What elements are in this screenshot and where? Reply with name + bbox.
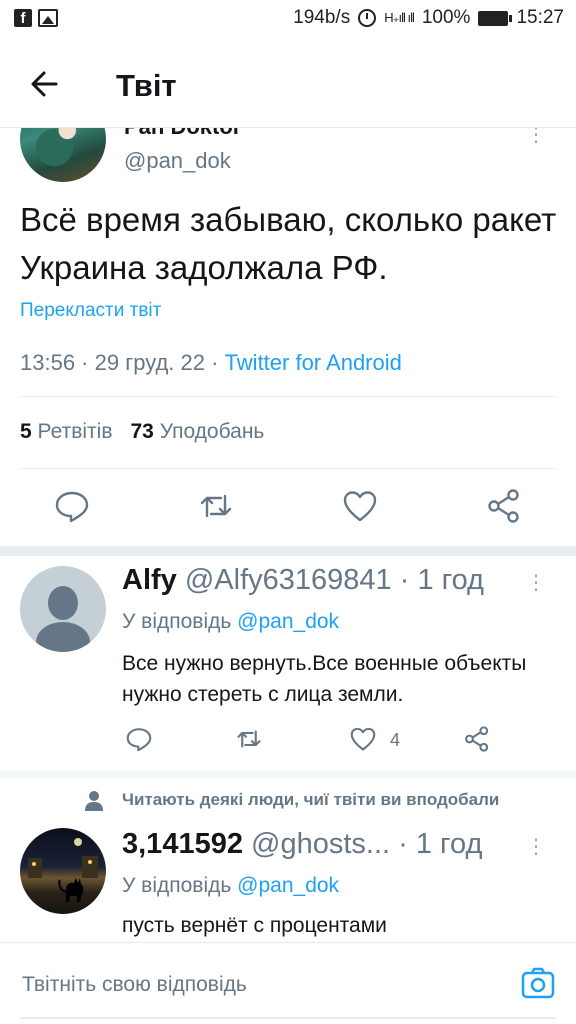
replying-to-prefix: У відповідь (122, 874, 238, 897)
share-button[interactable] (462, 724, 492, 754)
share-icon (465, 726, 489, 752)
image-notification-icon (38, 9, 58, 27)
like-button[interactable] (340, 486, 380, 526)
heart-icon (343, 491, 377, 522)
share-icon (488, 489, 519, 523)
retweets-label: Ретвітів (37, 420, 113, 443)
reply-text: пусть вернёт с процентами (122, 914, 387, 937)
comment-icon (55, 491, 89, 523)
author-handle[interactable]: @pan_dok (124, 148, 231, 174)
tweet-source-link[interactable]: Twitter for Android (225, 350, 402, 375)
like-button[interactable] (348, 724, 378, 754)
reply-header: 3,141592 @ghosts... · 1 год (122, 828, 482, 861)
translate-tweet-link[interactable]: Перекласти твіт (20, 300, 161, 322)
more-options-icon[interactable]: ⋮ (526, 570, 546, 595)
tweet-meta: 13:56 · 29 груд. 22 · Twitter for Androi… (20, 350, 402, 376)
arrow-left-icon (31, 71, 58, 97)
social-context-text: Читають деякі люди, чиї твіти ви вподоба… (122, 790, 500, 809)
default-avatar[interactable] (20, 566, 106, 652)
replying-to: У відповідь @pan_dok (122, 610, 339, 634)
status-bar: f 194b/s H₊ıll ıll 100% 15:27 (0, 0, 576, 38)
notification-icons: f (14, 9, 58, 27)
replying-to: У відповідь @pan_dok (122, 874, 339, 898)
camera-button[interactable] (520, 965, 556, 1001)
replying-to-handle[interactable]: @pan_dok (237, 874, 339, 897)
heart-icon (350, 727, 376, 751)
retweet-icon (237, 730, 261, 748)
retweets-count: 5 (20, 420, 32, 443)
retweet-icon (200, 494, 232, 518)
network-speed: 194b/s (293, 7, 351, 28)
retweet-button[interactable] (234, 724, 264, 754)
reply-author-handle[interactable]: @ghosts... · 1 год (251, 828, 482, 860)
page-title: Твіт (116, 68, 177, 103)
divider (20, 396, 556, 397)
battery-percent: 100% (421, 7, 471, 28)
tweet-timestamp: 13:56 · 29 груд. 22 · (20, 350, 225, 375)
signal-icon: H₊ıll ıll (384, 10, 415, 25)
avatar-head-shape (48, 586, 78, 620)
main-tweet: Pan Doktor ⋮ @pan_dok Всё время забываю,… (0, 128, 576, 546)
share-button[interactable] (484, 486, 524, 526)
reply-tweet[interactable]: 3,141592 @ghosts... · 1 год ⋮ У відповід… (0, 820, 576, 942)
likes-count: 73 (130, 420, 154, 443)
input-underline (20, 1017, 556, 1019)
reply-button[interactable] (124, 724, 154, 754)
facebook-notification-icon: f (14, 9, 32, 27)
cat-silhouette-image (28, 838, 98, 902)
reply-text: Все нужно вернуть.Все военные объекты ну… (122, 652, 527, 706)
tweet-actions (0, 486, 576, 532)
reply-header: Alfy @Alfy63169841 · 1 год (122, 564, 484, 597)
more-options-icon[interactable]: ⋮ (526, 128, 546, 147)
back-button[interactable] (26, 64, 66, 104)
person-icon (84, 790, 104, 812)
section-separator (0, 770, 576, 778)
camera-icon (521, 967, 555, 999)
reply-author-name[interactable]: Alfy (122, 564, 177, 596)
retweets-stat[interactable]: 5 Ретвітів (20, 420, 112, 444)
replying-to-prefix: У відповідь (122, 610, 238, 633)
avatar-body-shape (36, 622, 90, 652)
divider (20, 468, 556, 469)
retweet-button[interactable] (196, 486, 236, 526)
reply-actions: 4 (0, 724, 576, 760)
likes-stat[interactable]: 73 Уподобань (130, 420, 264, 444)
battery-icon (478, 10, 513, 26)
reply-input[interactable]: Твітніть свою відповідь (22, 973, 247, 997)
reply-author-handle[interactable]: @Alfy63169841 · 1 год (185, 564, 484, 596)
more-options-icon[interactable]: ⋮ (526, 834, 546, 859)
author-avatar[interactable] (20, 128, 106, 182)
tweet-stats: 5 Ретвітів 73 Уподобань (20, 420, 264, 444)
reply-like-count: 4 (390, 730, 401, 750)
top-app-bar: Твіт (0, 38, 576, 128)
reply-tweet[interactable]: Alfy @Alfy63169841 · 1 год ⋮ У відповідь… (0, 556, 576, 770)
likes-label: Уподобань (159, 420, 265, 443)
user-avatar[interactable] (20, 828, 106, 914)
social-context: Читають деякі люди, чиї твіти ви вподоба… (0, 790, 576, 814)
alarm-icon (358, 9, 377, 27)
reply-author-name[interactable]: 3,141592 (122, 828, 243, 860)
tweet-text: Всё время забываю, сколько ракет Украина… (20, 201, 557, 286)
compose-reply-bar: Твітніть свою відповідь (0, 942, 576, 1024)
section-separator (0, 546, 576, 556)
author-name[interactable]: Pan Doktor (124, 128, 241, 140)
reply-button[interactable] (52, 486, 92, 526)
status-indicators: 194b/s H₊ıll ıll 100% 15:27 (293, 7, 564, 29)
clock-time: 15:27 (516, 7, 564, 28)
replying-to-handle[interactable]: @pan_dok (237, 610, 339, 633)
comment-icon (126, 728, 152, 752)
